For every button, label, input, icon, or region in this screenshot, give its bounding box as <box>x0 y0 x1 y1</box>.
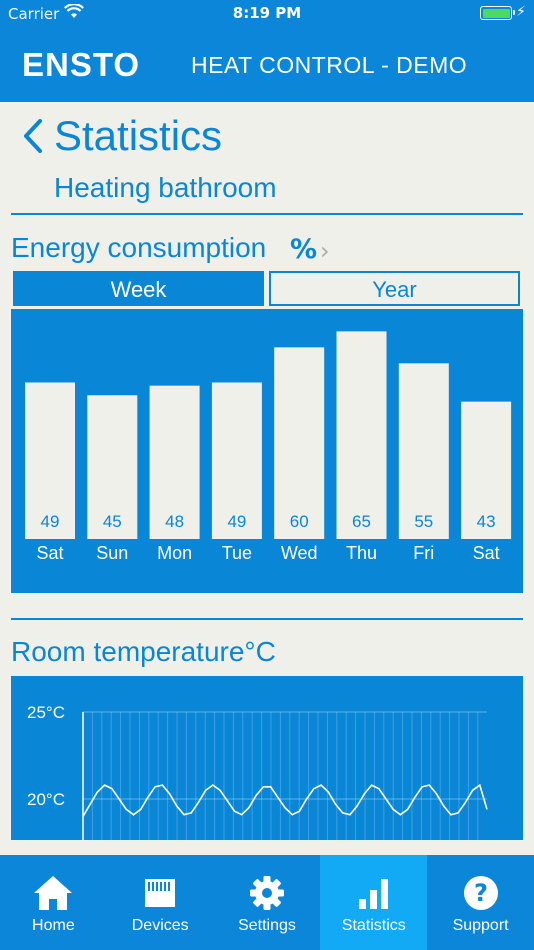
tab-settings-label: Settings <box>238 917 296 934</box>
bar-category-label: Sun <box>96 543 128 563</box>
bar-value-label: 60 <box>290 512 309 531</box>
app-header: Carrier 8:19 PM ⚡ ENSTO HEAT CONTROL - D… <box>0 0 534 102</box>
divider <box>11 618 523 620</box>
page-subtitle: Heating bathroom <box>54 172 277 203</box>
y-tick-label: 25°C <box>27 703 65 722</box>
tab-home-label: Home <box>32 917 75 934</box>
bar-value-label: 48 <box>165 512 184 531</box>
tab-home[interactable]: Home <box>0 855 107 950</box>
y-tick-label: 20°C <box>27 790 65 809</box>
device-icon <box>145 879 176 907</box>
temperature-section-title: Room temperature°C <box>11 636 276 667</box>
energy-bar-svg: 49 Sat 45 Sun 48 Mon 49 Tue 60 Wed 65 Thu 55 Fri 43 Sat <box>25 331 512 563</box>
energy-section-title: Energy consumption <box>11 232 267 263</box>
gear-icon <box>249 876 284 910</box>
bottom-tab-bar: Home Devices Settings Statistics ? Suppo… <box>0 855 534 950</box>
back-chevron-icon[interactable] <box>20 118 46 154</box>
battery-icon <box>480 6 515 20</box>
brand-logo: ENSTO <box>22 46 141 83</box>
bar-value-label: 65 <box>352 512 371 531</box>
charging-icon: ⚡ <box>516 4 526 20</box>
bar-category-label: Mon <box>157 543 192 563</box>
bar-value-label: 49 <box>41 512 60 531</box>
energy-bar-chart: 49 Sat 45 Sun 48 Mon 49 Tue 60 Wed 65 Thu 55 Fri 43 Sat <box>11 309 523 593</box>
bar-category-label: Wed <box>281 543 318 563</box>
temperature-line-chart: 25°C 20°C <box>11 676 523 840</box>
tab-year[interactable]: Year <box>269 271 520 306</box>
bar-category-label: Sat <box>36 543 63 563</box>
tab-devices-label: Devices <box>131 917 189 934</box>
temperature-series-line <box>82 783 488 817</box>
bar-value-label: 49 <box>227 512 246 531</box>
bar-chart-icon <box>358 879 388 909</box>
bar-category-label: Fri <box>413 543 434 563</box>
bar-value-label: 43 <box>477 512 496 531</box>
home-icon <box>34 876 73 910</box>
energy-unit-toggle[interactable]: % <box>290 234 317 265</box>
tab-support[interactable]: ? Support <box>427 855 534 950</box>
question-icon: ? <box>463 876 498 910</box>
tab-support-label: Support <box>452 917 509 934</box>
status-time: 8:19 PM <box>232 4 302 22</box>
chevron-right-icon[interactable]: › <box>320 237 330 265</box>
divider <box>11 213 523 215</box>
tab-devices[interactable]: Devices <box>107 855 214 950</box>
svg-text:?: ? <box>474 879 488 907</box>
bar-category-label: Sat <box>473 543 500 563</box>
tab-statistics-label: Statistics <box>341 917 406 934</box>
status-bar: Carrier 8:19 PM ⚡ <box>0 0 534 28</box>
bar-category-label: Thu <box>346 543 377 563</box>
bar-wed <box>274 347 325 539</box>
tab-week[interactable]: Week <box>13 271 264 306</box>
temperature-line-svg: 25°C 20°C <box>27 703 488 840</box>
bar-value-label: 45 <box>103 512 122 531</box>
bar-thu <box>336 331 387 539</box>
page-title: Statistics <box>54 112 223 159</box>
app-title: HEAT CONTROL - DEMO <box>191 52 468 78</box>
bar-category-label: Tue <box>222 543 252 563</box>
tab-statistics[interactable]: Statistics <box>320 855 428 950</box>
tab-settings[interactable]: Settings <box>214 855 321 950</box>
bar-value-label: 55 <box>414 512 433 531</box>
